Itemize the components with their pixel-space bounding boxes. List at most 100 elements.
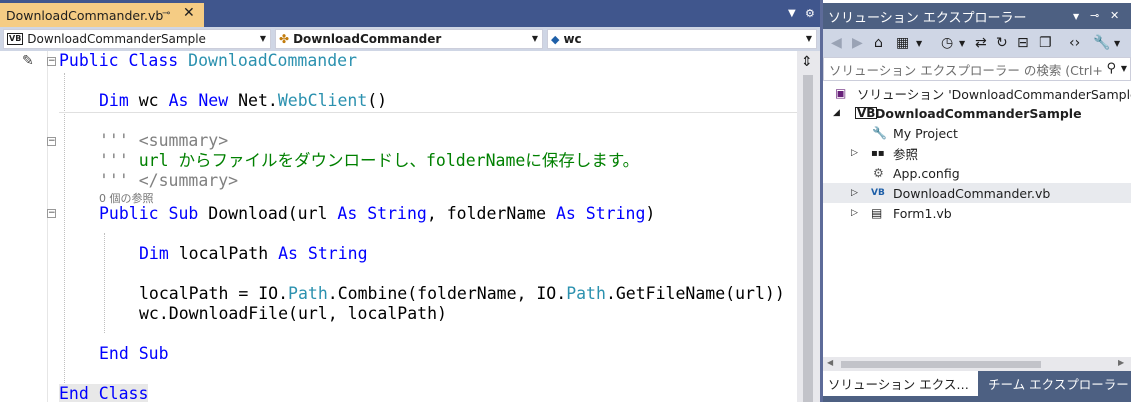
edit-pencil-icon: ✎ <box>22 53 34 69</box>
solution-search-input[interactable]: ソリューション エクスプローラー の検索 (Ctrl+ ⚲ ▼ <box>823 57 1131 81</box>
pin-icon[interactable]: ⊸ <box>1090 9 1099 22</box>
show-all-files-icon[interactable]: ❐ <box>1039 35 1052 51</box>
expand-arrow-icon[interactable]: ▷ <box>851 208 858 218</box>
chevron-down-icon[interactable]: ▼ <box>1121 64 1127 73</box>
tool-window-tabs: ソリューション エクス… チーム エクスプローラー <box>823 371 1131 402</box>
doc-tag: </summary> <box>128 171 239 190</box>
doc-comment-line: ''' </summary> <box>99 171 238 191</box>
sync-with-document-icon[interactable]: ⇄ <box>975 35 987 51</box>
tree-item-label: My Project <box>893 125 958 141</box>
pending-changes-filter-icon[interactable]: ◷ <box>941 35 953 51</box>
pin-icon[interactable]: ⊸ <box>162 8 170 19</box>
code-text: localPath = IO. <box>139 284 289 303</box>
horizontal-scrollbar[interactable]: ◀ ▶ <box>823 357 1131 371</box>
namespace: Net. <box>228 91 278 110</box>
tree-item-app-config[interactable]: ⚙ App.config <box>823 163 1131 183</box>
collapse-all-icon[interactable]: ⊟ <box>1017 35 1029 51</box>
tree-item-my-project[interactable]: 🔧 My Project <box>823 123 1131 143</box>
outline-collapse-icon[interactable]: − <box>47 137 56 146</box>
keyword: As <box>555 204 576 223</box>
back-icon[interactable]: ◀ <box>831 35 842 51</box>
window-menu-dropdown-icon[interactable]: ▼ <box>1073 12 1079 21</box>
vb-project-icon: VB <box>7 33 24 45</box>
member-combo[interactable]: ◆ wc ▼ <box>547 29 817 49</box>
class-name: DownloadCommander <box>188 51 358 70</box>
tab-solution-explorer[interactable]: ソリューション エクス… <box>823 371 978 396</box>
refresh-icon[interactable]: ↻ <box>996 35 1008 51</box>
code-line-class: Public Class DownloadCommander <box>59 51 357 71</box>
vb-file-icon: VB <box>871 188 885 198</box>
expand-arrow-icon[interactable]: ▷ <box>851 188 858 198</box>
chevron-down-icon[interactable]: ▼ <box>916 39 922 48</box>
code-line-local: Dim localPath As String <box>139 244 368 264</box>
project-combo-value: DownloadCommanderSample <box>27 32 206 46</box>
project-combo[interactable]: VB DownloadCommanderSample ▼ <box>3 29 271 49</box>
search-placeholder: ソリューション エクスプローラー の検索 (Ctrl+ <box>829 62 1103 78</box>
keyword: As <box>337 204 358 223</box>
home-icon[interactable]: ⌂ <box>874 35 883 51</box>
view-code-icon[interactable]: ‹› <box>1069 35 1080 51</box>
code-text: .GetFileName(url)) <box>605 284 785 303</box>
split-window-icon[interactable]: ⇕ <box>801 54 813 70</box>
field-icon: ◆ <box>551 32 560 46</box>
outline-collapse-icon[interactable]: − <box>47 209 56 218</box>
tab-downloadcommander-vb[interactable]: DownloadCommander.vb ⊸ ✕ <box>0 3 204 27</box>
switch-views-icon[interactable]: ▦ <box>896 35 909 51</box>
collapse-arrow-icon[interactable]: ◢ <box>833 108 840 118</box>
expand-arrow-icon[interactable]: ▷ <box>851 148 858 158</box>
tree-item-label: App.config <box>893 165 960 181</box>
doc-marker: ''' <box>99 131 129 150</box>
chevron-down-icon[interactable]: ▼ <box>1114 39 1120 48</box>
doc-marker: ''' <box>99 151 129 170</box>
close-icon[interactable]: ✕ <box>1110 9 1119 22</box>
keyword: Dim <box>139 244 169 263</box>
scroll-left-icon[interactable]: ◀ <box>827 358 833 367</box>
code-line-sub: Public Sub Download(url As String, folde… <box>99 204 655 224</box>
tree-item-downloadcommander-vb[interactable]: ▷ VB DownloadCommander.vb <box>823 183 1131 203</box>
chevron-down-icon[interactable]: ▼ <box>959 39 965 48</box>
tab-team-explorer[interactable]: チーム エクスプローラー <box>983 371 1131 396</box>
scrollbar-thumb[interactable] <box>841 361 1041 368</box>
keyword: Public Class <box>59 51 179 70</box>
chevron-down-icon: ▼ <box>531 34 538 43</box>
doc-marker: ''' <box>99 171 129 190</box>
tab-label: DownloadCommander.vb <box>6 7 164 23</box>
scroll-right-icon[interactable]: ▶ <box>1118 358 1124 367</box>
tab-list-dropdown-icon[interactable]: ▼ <box>788 8 796 19</box>
tree-item-label: DownloadCommander.vb <box>893 185 1051 201</box>
forward-icon[interactable]: ▶ <box>852 35 863 51</box>
type-combo-value: DownloadCommander <box>293 32 442 46</box>
tree-item-form1-vb[interactable]: ▷ ▤ Form1.vb <box>823 203 1131 223</box>
scrollbar-thumb[interactable] <box>803 75 813 402</box>
tree-item-label: Form1.vb <box>893 205 952 221</box>
tree-item-label: 参照 <box>893 146 919 162</box>
vertical-scrollbar[interactable]: ⇕ <box>797 51 820 402</box>
type-name: Path <box>566 284 606 303</box>
code-line-end-sub: End Sub <box>99 344 169 363</box>
doc-text: url からファイルをダウンロードし、folderNameに保存します。 <box>128 151 640 170</box>
search-icon[interactable]: ⚲ <box>1106 61 1116 76</box>
tree-item-solution[interactable]: ▣ ソリューション 'DownloadCommanderSample' ( <box>823 83 1131 103</box>
type-keyword: String <box>357 204 427 223</box>
code-editor-pane: DownloadCommander.vb ⊸ ✕ ▼ ⚙ VB Download… <box>0 0 820 402</box>
config-file-icon: ⚙ <box>873 166 884 180</box>
wrench-icon: 🔧 <box>872 126 887 140</box>
type-combo[interactable]: ✤ DownloadCommander ▼ <box>275 29 543 49</box>
glyph-margin: ✎ <box>0 51 44 402</box>
keyword: As New <box>168 91 229 110</box>
settings-gear-icon[interactable]: ⚙ <box>805 7 815 20</box>
close-icon[interactable]: ✕ <box>183 5 195 21</box>
tree-item-project[interactable]: ◢ VB DownloadCommanderSample <box>823 103 1131 123</box>
type-keyword: String <box>297 244 368 263</box>
doc-comment-line: ''' <summary> <box>99 131 228 151</box>
references-icon: ▪▪ <box>871 147 885 159</box>
code-line-field: Dim wc As New Net.WebClient() <box>99 91 387 111</box>
code-line-call: wc.DownloadFile(url, localPath) <box>139 304 447 323</box>
tree-item-label: DownloadCommanderSample <box>875 105 1082 121</box>
properties-wrench-icon[interactable]: 🔧 <box>1093 35 1110 51</box>
class-icon: ✤ <box>279 32 290 46</box>
code-line-assign: localPath = IO.Path.Combine(folderName, … <box>139 284 785 304</box>
tree-item-references[interactable]: ▷ ▪▪ 参照 <box>823 143 1131 163</box>
code-text-area[interactable]: ✎ − − − Public Class DownloadCommander D… <box>0 51 820 402</box>
outline-collapse-icon[interactable]: − <box>47 57 56 66</box>
